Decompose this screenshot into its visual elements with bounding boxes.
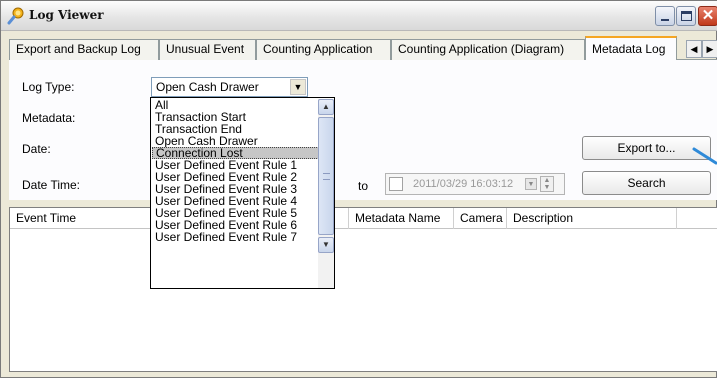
dropdown-scrollbar[interactable]: ▲ ▼ xyxy=(318,99,334,288)
date-time-to-value: 2011/03/29 16:03:12 xyxy=(413,178,514,190)
maximize-button[interactable] xyxy=(676,6,696,26)
log-table[interactable]: Event Time Metadata Name Camera Descript… xyxy=(9,207,717,372)
calendar-dropdown-icon[interactable]: ▼ xyxy=(525,178,537,190)
close-button[interactable]: ✕ xyxy=(698,6,717,26)
tab-label: Export and Backup Log xyxy=(16,42,141,56)
tab-strip: Export and Backup Log Unusual Event Coun… xyxy=(9,36,717,61)
minimize-icon xyxy=(661,19,669,21)
log-type-dropdown-list[interactable]: All Transaction Start Transaction End Op… xyxy=(150,97,335,289)
tab-unusual-event[interactable]: Unusual Event xyxy=(159,39,256,60)
minimize-button[interactable] xyxy=(655,6,675,26)
chevron-down-icon[interactable]: ▼ xyxy=(290,79,306,95)
scroll-down-button[interactable]: ▼ xyxy=(318,237,334,253)
date-label: Date: xyxy=(22,142,51,156)
tab-counting-application-diagram[interactable]: Counting Application (Diagram) xyxy=(391,39,585,60)
pointer-arrow-icon xyxy=(692,147,717,165)
tab-label: Metadata Log xyxy=(592,42,666,56)
date-time-to-picker[interactable]: 2011/03/29 16:03:12 ▼ ▲ ▼ xyxy=(385,173,565,195)
grip-icon xyxy=(323,173,330,180)
scroll-up-button[interactable]: ▲ xyxy=(318,99,334,115)
spin-stepper-icon[interactable]: ▲ ▼ xyxy=(540,176,554,192)
column-header-filler xyxy=(677,208,717,229)
date-time-label: Date Time: xyxy=(22,178,81,192)
table-header: Event Time Metadata Name Camera Descript… xyxy=(10,208,717,229)
tab-label: Unusual Event xyxy=(166,42,245,56)
log-viewer-window: Log Viewer ✕ Export and Backup Log Unusu… xyxy=(0,0,717,378)
search-button[interactable]: Search xyxy=(582,171,711,195)
to-label: to xyxy=(358,179,369,193)
log-type-select[interactable]: Open Cash Drawer ▼ xyxy=(151,77,308,97)
log-type-label: Log Type: xyxy=(22,80,75,94)
tab-label: Counting Application xyxy=(263,42,373,56)
tab-scroll-left-button[interactable]: ◀ xyxy=(686,40,702,58)
log-type-value: Open Cash Drawer xyxy=(156,80,259,94)
log-viewer-icon xyxy=(7,7,24,25)
arrow-right-icon: ▶ xyxy=(706,44,714,54)
column-header-camera[interactable]: Camera xyxy=(454,208,507,229)
scroll-thumb[interactable] xyxy=(318,117,334,235)
option-user-defined-event-rule-7[interactable]: User Defined Event Rule 7 xyxy=(152,231,319,243)
maximize-icon xyxy=(681,11,692,21)
close-icon: ✕ xyxy=(701,7,715,24)
chevron-down-icon: ▼ xyxy=(322,240,330,249)
window-title: Log Viewer xyxy=(29,8,104,22)
tab-metadata-log[interactable]: Metadata Log xyxy=(585,36,677,61)
tab-export-and-backup-log[interactable]: Export and Backup Log xyxy=(9,39,159,60)
column-header-metadata-name[interactable]: Metadata Name xyxy=(349,208,454,229)
chevron-up-icon: ▲ xyxy=(322,102,330,111)
metadata-label: Metadata: xyxy=(22,111,76,125)
tab-label: Counting Application (Diagram) xyxy=(398,42,565,56)
tab-counting-application[interactable]: Counting Application xyxy=(256,39,391,60)
arrow-left-icon: ◀ xyxy=(690,44,698,54)
date-time-to-checkbox[interactable] xyxy=(389,177,403,191)
title-bar: Log Viewer ✕ xyxy=(1,1,717,31)
column-header-description[interactable]: Description xyxy=(507,208,677,229)
tab-scroll-right-button[interactable]: ▶ xyxy=(702,40,717,58)
